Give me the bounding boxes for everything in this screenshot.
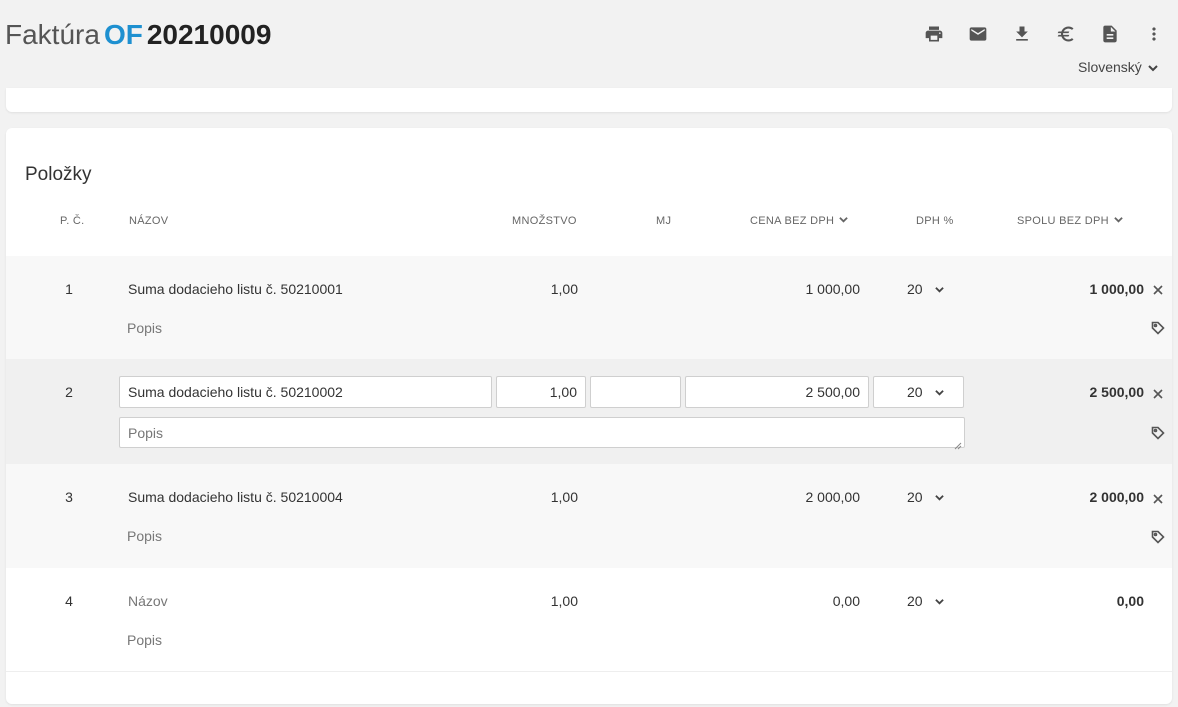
row-number: 4: [65, 593, 73, 609]
euro-icon: [1057, 26, 1074, 42]
column-header-name: NÁZOV: [129, 215, 169, 227]
column-header-total[interactable]: SPOLU BEZ DPH: [1017, 215, 1123, 227]
chevron-down-icon: [839, 215, 849, 227]
item-price[interactable]: 2 000,00: [766, 489, 861, 505]
row-number: 2: [65, 384, 73, 400]
print-button[interactable]: [920, 22, 948, 46]
item-price[interactable]: 0,00: [766, 593, 860, 609]
item-qty-input[interactable]: 1,00: [496, 376, 586, 408]
document-button[interactable]: [1096, 22, 1124, 46]
close-icon: [1153, 494, 1163, 504]
more-options-button[interactable]: [1140, 22, 1168, 46]
chevron-down-icon: [923, 281, 944, 297]
document-icon: [1103, 25, 1117, 43]
currency-button[interactable]: [1052, 22, 1080, 46]
vat-select[interactable]: 20: [907, 593, 944, 609]
table-row[interactable]: 2 Suma dodacieho listu č. 50210002 1,00 …: [6, 359, 1172, 464]
item-name[interactable]: Suma dodacieho listu č. 50210001: [128, 281, 343, 297]
more-icon: [1152, 27, 1156, 41]
tag-button[interactable]: [1149, 528, 1167, 546]
item-price[interactable]: 1 000,00: [766, 281, 861, 297]
row-number: 3: [65, 489, 73, 505]
remove-item-button[interactable]: [1149, 385, 1167, 403]
row-number: 1: [65, 281, 73, 297]
document-type: Faktúra: [5, 19, 100, 50]
vat-select[interactable]: 20: [907, 281, 944, 297]
item-description[interactable]: Popis: [127, 528, 162, 544]
tag-button[interactable]: [1149, 424, 1167, 442]
table-row[interactable]: 1 Suma dodacieho listu č. 50210001 Popis…: [6, 256, 1172, 359]
resize-handle-icon[interactable]: [954, 437, 962, 450]
item-name[interactable]: Suma dodacieho listu č. 50210004: [128, 489, 343, 505]
chevron-down-icon: [923, 593, 944, 609]
item-description-input[interactable]: Popis: [119, 417, 965, 450]
table-row[interactable]: 4 Názov Popis 1,00 0,00 20 0,00: [6, 568, 1172, 672]
item-total: 1 000,00: [1089, 281, 1145, 297]
items-card: Položky P. Č. NÁZOV MNOŽSTVO MJ CENA BEZ…: [6, 128, 1172, 704]
column-header-vat: DPH %: [916, 215, 954, 227]
item-price-input[interactable]: 2 500,00: [685, 376, 869, 408]
column-header-unit: MJ: [656, 215, 672, 227]
invoice-number: 20210009: [146, 19, 272, 50]
send-email-button[interactable]: [964, 22, 992, 46]
chevron-down-icon: [923, 489, 944, 505]
item-qty[interactable]: 1,00: [506, 593, 578, 609]
print-icon: [925, 26, 943, 42]
page-title: Faktúra OF 20210009: [5, 18, 271, 52]
vat-select[interactable]: 20: [873, 376, 964, 408]
page-header: Faktúra OF 20210009 Slovenský: [0, 0, 1178, 92]
tag-icon: [1151, 530, 1165, 544]
download-button[interactable]: [1008, 22, 1036, 46]
item-total: 2 000,00: [1089, 489, 1145, 505]
item-unit-input[interactable]: [590, 376, 681, 408]
item-total: 0,00: [1116, 593, 1144, 609]
item-qty[interactable]: 1,00: [506, 281, 578, 297]
column-header-qty: MNOŽSTVO: [512, 215, 577, 227]
vat-select[interactable]: 20: [907, 489, 944, 505]
download-icon: [1016, 26, 1028, 41]
language-select[interactable]: Slovenský: [1078, 59, 1158, 76]
previous-section-card: [6, 88, 1172, 112]
item-description[interactable]: Popis: [127, 320, 162, 336]
mail-icon: [969, 27, 987, 41]
invoice-prefix: OF: [103, 19, 143, 50]
item-description[interactable]: Popis: [127, 632, 162, 648]
chevron-down-icon: [934, 384, 944, 400]
item-name[interactable]: Názov: [128, 593, 168, 609]
item-qty[interactable]: 1,00: [506, 489, 578, 505]
remove-item-button[interactable]: [1149, 281, 1167, 299]
items-title: Položky: [25, 164, 92, 185]
chevron-down-icon: [1114, 215, 1123, 227]
column-header-price[interactable]: CENA BEZ DPH: [750, 215, 849, 227]
chevron-down-icon: [1148, 60, 1158, 76]
column-header-no: P. Č.: [60, 215, 85, 227]
item-name-input[interactable]: Suma dodacieho listu č. 50210002: [119, 376, 492, 408]
close-icon: [1153, 389, 1163, 399]
item-total: 2 500,00: [1089, 384, 1145, 400]
tag-icon: [1151, 426, 1165, 440]
table-row[interactable]: 3 Suma dodacieho listu č. 50210004 Popis…: [6, 464, 1172, 568]
language-label: Slovenský: [1078, 59, 1142, 75]
close-icon: [1153, 285, 1163, 295]
tag-button[interactable]: [1149, 319, 1167, 337]
tag-icon: [1151, 321, 1165, 335]
remove-item-button[interactable]: [1149, 490, 1167, 508]
